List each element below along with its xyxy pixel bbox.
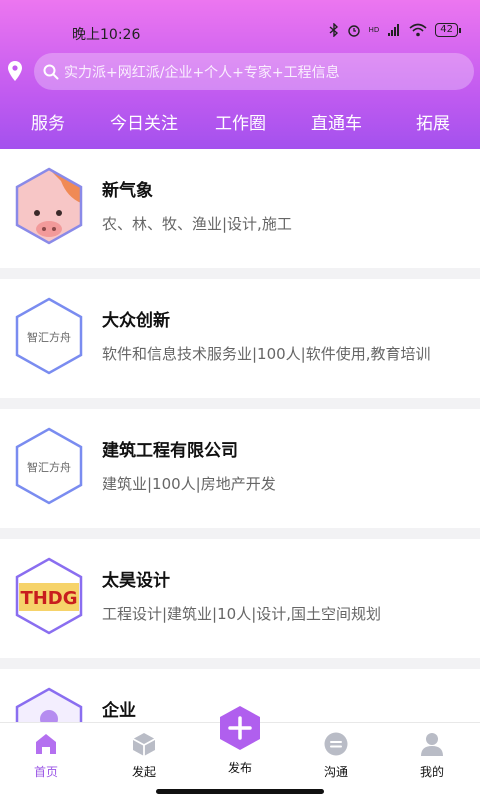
company-name: 大众创新 [102, 311, 170, 331]
company-name: 建筑工程有限公司 [102, 441, 238, 461]
alarm-icon [347, 25, 360, 37]
status-time: 晚上10:26 [72, 27, 141, 43]
tab-expand[interactable]: 拓展 [416, 109, 450, 134]
add-publish-icon [220, 706, 260, 750]
home-indicator[interactable] [156, 789, 324, 794]
app-header: 晚上10:26 HD 42 实力派+网红派/企业+个人+专家+工程信息 服务 今… [0, 0, 480, 149]
company-desc: 建筑业|100人|房地产开发 [102, 475, 276, 493]
company-name: 企业 [102, 701, 136, 721]
company-name: 新气象 [102, 181, 153, 201]
status-bar: 晚上10:26 HD 42 [0, 20, 480, 46]
company-card[interactable]: 智汇方舟 大众创新 软件和信息技术服务业|100人|软件使用,教育培训 [0, 279, 480, 398]
tab-today-focus[interactable]: 今日关注 [110, 109, 178, 134]
tab-work-circle[interactable]: 工作圈 [215, 109, 266, 134]
nav-initiate[interactable]: 发起 [112, 731, 176, 780]
search-icon [43, 64, 59, 79]
chat-icon [324, 732, 348, 756]
cube-icon [132, 733, 156, 756]
user-icon [421, 733, 443, 756]
nav-publish[interactable]: 发布 [215, 705, 265, 776]
company-desc: 工程设计|建筑业|10人|设计,国土空间规划 [102, 605, 382, 623]
nav-chat-label: 沟通 [323, 765, 348, 779]
logo-text: 智汇方舟 [27, 330, 71, 344]
status-icons: HD 42 [329, 23, 461, 37]
company-logo: 智汇方舟 [15, 427, 83, 505]
bluetooth-icon [329, 23, 338, 37]
company-desc: 软件和信息技术服务业|100人|软件使用,教育培训 [102, 345, 431, 363]
battery-indicator: 42 [435, 23, 461, 37]
home-icon [36, 734, 56, 754]
company-card[interactable]: 新气象 农、林、牧、渔业|设计,施工 [0, 149, 480, 268]
company-card[interactable]: THDG 太昊设计 工程设计|建筑业|10人|设计,国土空间规划 [0, 539, 480, 658]
tab-service[interactable]: 服务 [31, 109, 65, 134]
network-hd-label: HD [368, 26, 380, 34]
search-placeholder: 实力派+网红派/企业+个人+专家+工程信息 [64, 64, 340, 81]
nav-home-label: 首页 [33, 765, 58, 779]
nav-mine[interactable]: 我的 [400, 731, 464, 780]
logo-text: 智汇方舟 [27, 460, 71, 474]
category-tabs: 服务 今日关注 工作圈 直通车 拓展 [0, 100, 480, 140]
nav-initiate-label: 发起 [131, 765, 156, 779]
search-bar[interactable]: 实力派+网红派/企业+个人+专家+工程信息 [34, 53, 474, 90]
pig-logo-icon [15, 167, 83, 245]
logo-text: THDG [20, 588, 77, 609]
nav-chat[interactable]: 沟通 [304, 731, 368, 780]
wifi-icon [409, 23, 427, 37]
signal-icon [388, 24, 400, 36]
location-icon[interactable] [6, 60, 24, 82]
company-desc: 农、林、牧、渔业|设计,施工 [102, 215, 292, 233]
nav-mine-label: 我的 [419, 765, 444, 779]
company-name: 太昊设计 [102, 571, 170, 591]
tab-express[interactable]: 直通车 [311, 109, 362, 134]
nav-home[interactable]: 首页 [14, 731, 78, 780]
company-card[interactable]: 智汇方舟 建筑工程有限公司 建筑业|100人|房地产开发 [0, 409, 480, 528]
company-logo: 智汇方舟 [15, 297, 83, 375]
nav-publish-label: 发布 [227, 761, 252, 775]
company-logo: THDG [15, 557, 83, 635]
